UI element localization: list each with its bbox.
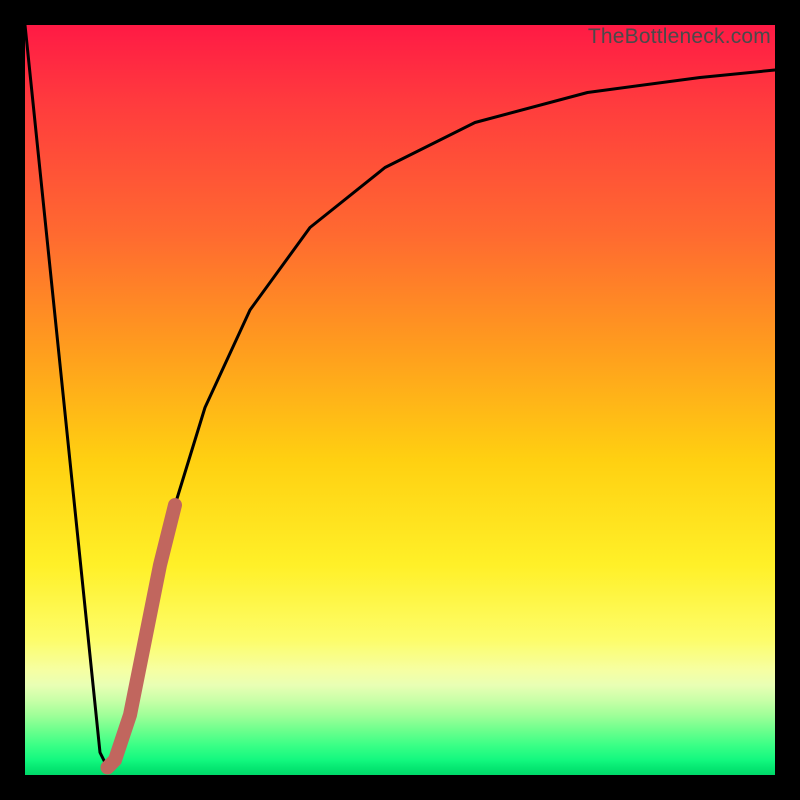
curve-layer [25, 25, 775, 775]
highlight-segment [108, 505, 176, 768]
chart-frame: TheBottleneck.com [0, 0, 800, 800]
plot-area: TheBottleneck.com [25, 25, 775, 775]
